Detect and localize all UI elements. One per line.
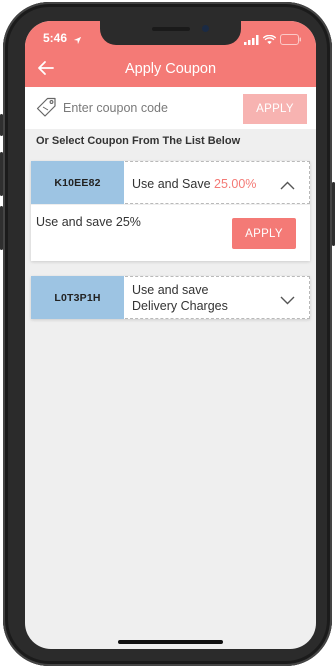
status-time: 5:46 — [43, 31, 68, 45]
apply-coupon-button[interactable]: APPLY — [232, 218, 296, 249]
offer-line-1: Use and save — [132, 283, 209, 297]
home-indicator[interactable] — [118, 640, 223, 644]
chevron-down-icon[interactable] — [280, 292, 295, 310]
coupon-code-input[interactable] — [63, 97, 238, 119]
coupon-offer: Use and Save 25.00% — [132, 177, 256, 192]
phone-frame: 5:46 Apply Coupon Enter coupon code APPL… — [0, 2, 335, 666]
offer-line-2: Delivery Charges — [132, 299, 228, 313]
select-coupon-hint: Or Select Coupon From The List Below — [36, 135, 241, 147]
status-icons — [244, 32, 302, 50]
apply-code-button[interactable]: APPLY — [243, 94, 307, 124]
speaker — [152, 27, 190, 31]
mute-switch — [0, 114, 3, 136]
coupon-header[interactable]: K10EE82 Use and Save 25.00% — [31, 161, 310, 204]
coupon-detail-text: Use and save 25% — [36, 215, 141, 229]
battery-icon — [280, 32, 302, 50]
wifi-icon — [262, 32, 277, 50]
camera — [202, 25, 209, 32]
screen: 5:46 Apply Coupon Enter coupon code APPL… — [25, 21, 316, 649]
coupon-details: Use and save 25% APPLY — [31, 204, 310, 261]
coupon-tag-icon — [34, 96, 58, 123]
coupon-description: Use and save Delivery Charges — [125, 276, 310, 319]
page-title: Apply Coupon — [124, 61, 217, 77]
coupon-entry: APPLY — [25, 87, 316, 129]
signal-icon — [244, 32, 259, 50]
coupon-code: L0T3P1H — [31, 276, 124, 319]
coupon-card: K10EE82 Use and Save 25.00% Use and save… — [31, 161, 310, 261]
offer-text: Use and Save — [132, 177, 211, 191]
offer-value: 25.00% — [214, 177, 257, 191]
volume-up-button — [0, 152, 3, 196]
coupon-description: Use and Save 25.00% — [125, 161, 310, 204]
coupon-code: K10EE82 — [31, 161, 124, 204]
chevron-up-icon[interactable] — [280, 177, 295, 195]
volume-down-button — [0, 206, 3, 250]
notch — [100, 21, 241, 45]
coupon-header[interactable]: L0T3P1H Use and save Delivery Charges — [31, 276, 310, 319]
coupon-card: L0T3P1H Use and save Delivery Charges — [31, 276, 310, 319]
location-arrow-icon — [73, 32, 82, 50]
